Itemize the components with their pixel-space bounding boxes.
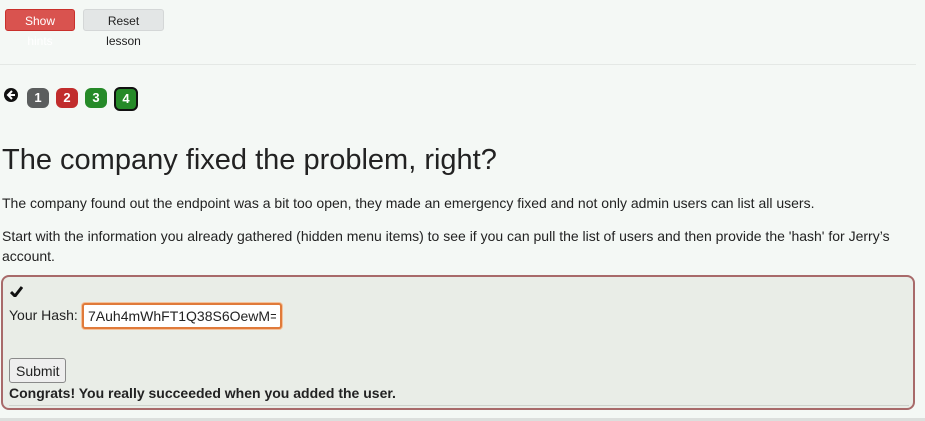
- lesson-page: { "toolbar": { "show_hints_label": "Show…: [0, 0, 925, 421]
- lesson-paragraph-2: Start with the information you already g…: [2, 228, 890, 264]
- page-3-button[interactable]: 3: [85, 88, 107, 108]
- circle-arrow-left-icon[interactable]: [4, 88, 18, 102]
- submit-button[interactable]: Submit: [9, 358, 66, 383]
- page-4-button[interactable]: 4: [114, 87, 138, 111]
- page-2-button[interactable]: 2: [56, 88, 78, 108]
- lesson-paragraph-1: The company found out the endpoint was a…: [2, 195, 815, 211]
- page-1-button[interactable]: 1: [27, 88, 49, 108]
- feedback-message: Congrats! You really succeeded when you …: [9, 385, 396, 401]
- lesson-title: The company fixed the problem, right?: [2, 144, 497, 176]
- hash-label: Your Hash:: [9, 307, 78, 323]
- divider: [0, 64, 916, 65]
- feedback-divider: [9, 405, 909, 406]
- checkmark-icon: [9, 284, 24, 302]
- reset-lesson-button[interactable]: Reset lesson: [83, 9, 164, 48]
- hash-form: Your Hash: Submit Congrats! You really s…: [1, 275, 915, 410]
- show-hints-button[interactable]: Show hints: [5, 9, 75, 48]
- hash-input[interactable]: [82, 303, 282, 329]
